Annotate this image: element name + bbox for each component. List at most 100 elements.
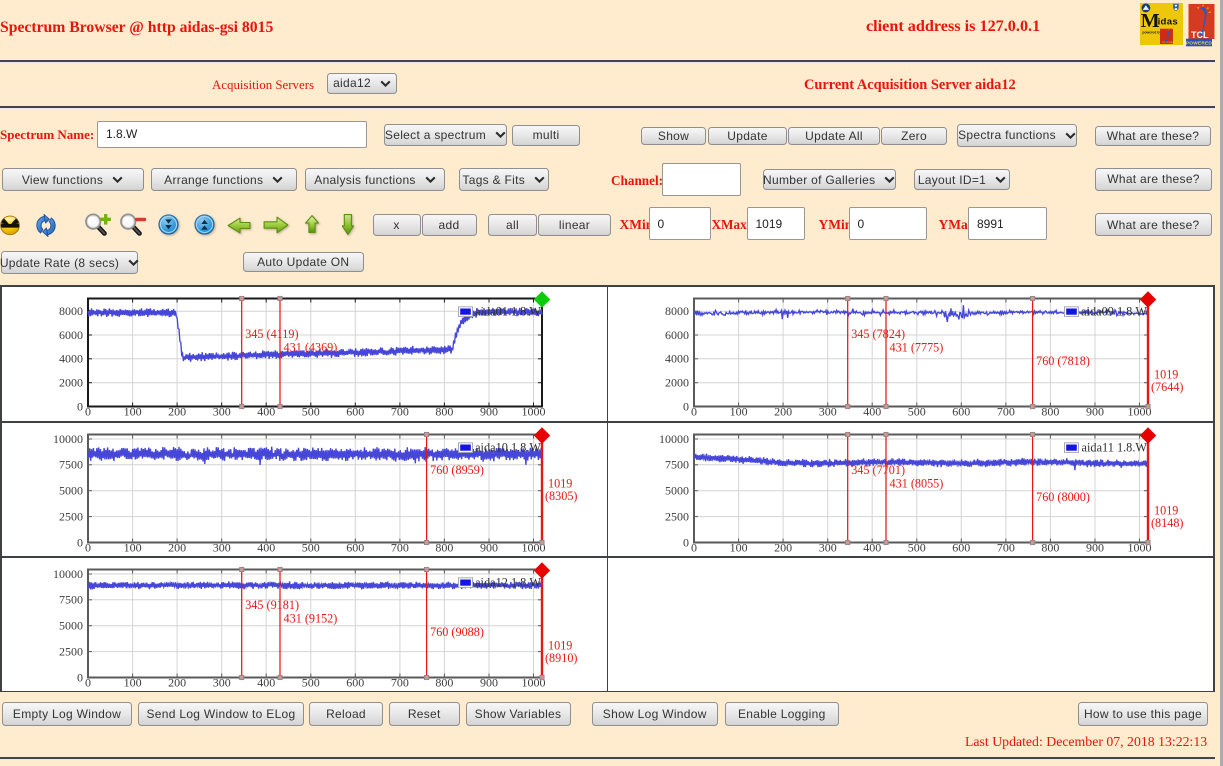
svg-text:200: 200 (168, 405, 186, 419)
svg-text:200: 200 (774, 405, 792, 419)
svg-text:500: 500 (908, 540, 926, 554)
svg-text:300: 300 (212, 676, 230, 690)
svg-text:aida10 1.8.W: aida10 1.8.W (475, 440, 541, 454)
svg-text:345 (7824): 345 (7824) (851, 327, 905, 341)
svg-text:0: 0 (77, 670, 83, 684)
svg-text:431 (9152): 431 (9152) (283, 612, 337, 626)
svg-text:900: 900 (480, 676, 498, 690)
svg-text:6000: 6000 (59, 328, 83, 342)
svg-text:431 (7775): 431 (7775) (890, 341, 944, 355)
svg-text:TCL POWER: TCL POWER (1162, 42, 1175, 44)
svg-text:800: 800 (435, 405, 453, 419)
svg-text:300: 300 (212, 405, 230, 419)
svg-text:300: 300 (212, 540, 230, 554)
svg-text:500: 500 (301, 676, 319, 690)
svg-text:900: 900 (1086, 540, 1104, 554)
svg-text:0: 0 (77, 399, 83, 413)
svg-text:(8148): (8148) (1151, 516, 1184, 530)
svg-text:760 (9088): 760 (9088) (430, 625, 484, 639)
svg-text:760 (8959): 760 (8959) (430, 463, 484, 477)
svg-text:600: 600 (346, 405, 364, 419)
svg-text:(8910): (8910) (545, 651, 578, 665)
svg-text:760 (7818): 760 (7818) (1036, 354, 1090, 368)
svg-text:6000: 6000 (665, 328, 689, 342)
svg-text:idas: idas (1158, 17, 1178, 28)
svg-text:1000: 1000 (521, 405, 545, 419)
svg-text:0: 0 (683, 535, 689, 549)
svg-text:400: 400 (863, 540, 881, 554)
svg-text:10000: 10000 (53, 431, 83, 445)
svg-text:(7644): (7644) (1151, 380, 1184, 394)
svg-text:900: 900 (480, 405, 498, 419)
svg-text:700: 700 (390, 405, 408, 419)
svg-text:2000: 2000 (59, 376, 83, 390)
svg-text:7500: 7500 (665, 457, 689, 471)
svg-text:300: 300 (819, 405, 837, 419)
svg-text:powered by: powered by (1142, 31, 1161, 35)
svg-text:aida01 1.8.W: aida01 1.8.W (475, 304, 541, 318)
svg-text:700: 700 (997, 405, 1015, 419)
svg-text:200: 200 (774, 540, 792, 554)
svg-text:200: 200 (168, 676, 186, 690)
svg-text:TCL: TCL (1191, 30, 1209, 40)
svg-text:431 (4369): 431 (4369) (283, 341, 337, 355)
svg-text:600: 600 (953, 540, 971, 554)
svg-text:400: 400 (257, 540, 275, 554)
svg-text:0: 0 (683, 399, 689, 413)
svg-text:100: 100 (730, 540, 748, 554)
svg-text:0: 0 (85, 540, 91, 554)
svg-text:10000: 10000 (659, 431, 689, 445)
svg-text:5000: 5000 (665, 483, 689, 497)
svg-text:8000: 8000 (59, 304, 83, 318)
svg-text:8000: 8000 (665, 304, 689, 318)
svg-text:2500: 2500 (665, 509, 689, 523)
svg-text:0: 0 (691, 405, 697, 419)
svg-text:345 (7701): 345 (7701) (851, 463, 905, 477)
svg-text:431 (8055): 431 (8055) (890, 476, 944, 490)
svg-text:100: 100 (123, 405, 141, 419)
svg-text:aida12 1.8.W: aida12 1.8.W (475, 575, 541, 589)
svg-text:100: 100 (123, 676, 141, 690)
svg-text:2500: 2500 (59, 509, 83, 523)
svg-text:400: 400 (863, 405, 881, 419)
svg-text:0: 0 (85, 405, 91, 419)
svg-text:200: 200 (168, 540, 186, 554)
svg-text:300: 300 (819, 540, 837, 554)
svg-text:900: 900 (1086, 405, 1104, 419)
svg-text:10000: 10000 (53, 567, 83, 581)
svg-text:5000: 5000 (59, 483, 83, 497)
svg-text:7500: 7500 (59, 593, 83, 607)
svg-text:2000: 2000 (665, 376, 689, 390)
svg-text:760 (8000): 760 (8000) (1036, 490, 1090, 504)
svg-text:4000: 4000 (59, 352, 83, 366)
svg-text:345 (4119): 345 (4119) (245, 327, 298, 341)
svg-text:400: 400 (257, 405, 275, 419)
svg-text:700: 700 (997, 540, 1015, 554)
svg-text:aida11 1.8.W: aida11 1.8.W (1082, 440, 1148, 454)
svg-text:POWERED: POWERED (1186, 40, 1212, 46)
svg-text:2500: 2500 (59, 644, 83, 658)
svg-text:800: 800 (1042, 540, 1060, 554)
svg-text:800: 800 (1042, 405, 1060, 419)
svg-text:600: 600 (346, 540, 364, 554)
svg-text:4000: 4000 (665, 352, 689, 366)
svg-text:700: 700 (390, 676, 408, 690)
svg-text:500: 500 (301, 540, 319, 554)
svg-text:800: 800 (435, 540, 453, 554)
svg-text:400: 400 (257, 676, 275, 690)
svg-text:600: 600 (346, 676, 364, 690)
svg-text:800: 800 (435, 676, 453, 690)
svg-text:7500: 7500 (59, 457, 83, 471)
svg-text:900: 900 (480, 540, 498, 554)
svg-text:0: 0 (85, 676, 91, 690)
svg-text:0: 0 (691, 540, 697, 554)
svg-text:600: 600 (953, 405, 971, 419)
svg-text:100: 100 (123, 540, 141, 554)
svg-text:345 (9181): 345 (9181) (245, 598, 299, 612)
svg-text:aida09 1.8.W: aida09 1.8.W (1081, 304, 1147, 318)
svg-text:0: 0 (77, 535, 83, 549)
svg-text:500: 500 (301, 405, 319, 419)
svg-text:500: 500 (908, 405, 926, 419)
svg-text:700: 700 (390, 540, 408, 554)
svg-text:(8305): (8305) (545, 489, 578, 503)
